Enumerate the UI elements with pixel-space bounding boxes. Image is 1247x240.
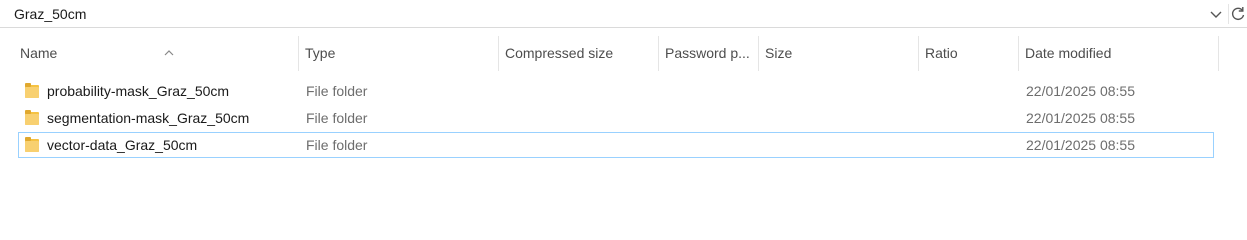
file-name[interactable]: vector-data_Graz_50cm [47, 133, 197, 157]
column-header-size[interactable]: Size [759, 36, 919, 71]
column-header-label: Type [305, 45, 336, 61]
file-name[interactable]: probability-mask_Graz_50cm [47, 79, 229, 103]
file-type: File folder [306, 110, 368, 126]
column-header-label: Compressed size [505, 45, 614, 61]
column-header-compressed-size[interactable]: Compressed size [499, 36, 659, 71]
column-header-label: Name [20, 45, 58, 61]
chevron-down-icon[interactable] [1208, 5, 1224, 23]
chevron-right-icon[interactable]: › [0, 5, 6, 21]
refresh-icon[interactable] [1228, 4, 1247, 24]
folder-icon [25, 137, 39, 153]
file-type: File folder [306, 83, 368, 99]
column-header-label: Size [765, 45, 793, 61]
column-header-label: Date modified [1025, 45, 1112, 61]
file-date-modified: 22/01/2025 08:55 [1026, 83, 1135, 99]
column-header-type[interactable]: Type [299, 36, 499, 71]
file-name[interactable]: segmentation-mask_Graz_50cm [47, 106, 249, 130]
sort-ascending-icon [163, 36, 175, 56]
address-path[interactable]: Graz_50cm [14, 5, 86, 23]
file-row[interactable]: probability-mask_Graz_50cm File folder 2… [18, 78, 1214, 104]
file-row[interactable]: vector-data_Graz_50cm File folder 22/01/… [18, 132, 1214, 158]
column-header-name[interactable]: Name [14, 36, 299, 71]
column-header-label: Password p... [665, 45, 750, 61]
column-divider[interactable] [1218, 36, 1219, 71]
folder-icon [25, 83, 39, 99]
column-header-date-modified[interactable]: Date modified [1019, 36, 1219, 71]
file-date-modified: 22/01/2025 08:55 [1026, 137, 1135, 153]
column-header-row: Name Type Compressed size Password p... … [0, 36, 1247, 71]
file-date-modified: 22/01/2025 08:55 [1026, 110, 1135, 126]
column-header-ratio[interactable]: Ratio [919, 36, 1019, 71]
column-header-password-protected[interactable]: Password p... [659, 36, 759, 71]
file-row[interactable]: segmentation-mask_Graz_50cm File folder … [18, 105, 1214, 131]
file-type: File folder [306, 137, 368, 153]
column-header-label: Ratio [925, 45, 958, 61]
address-bar[interactable]: › Graz_50cm [0, 0, 1247, 28]
folder-icon [25, 110, 39, 126]
